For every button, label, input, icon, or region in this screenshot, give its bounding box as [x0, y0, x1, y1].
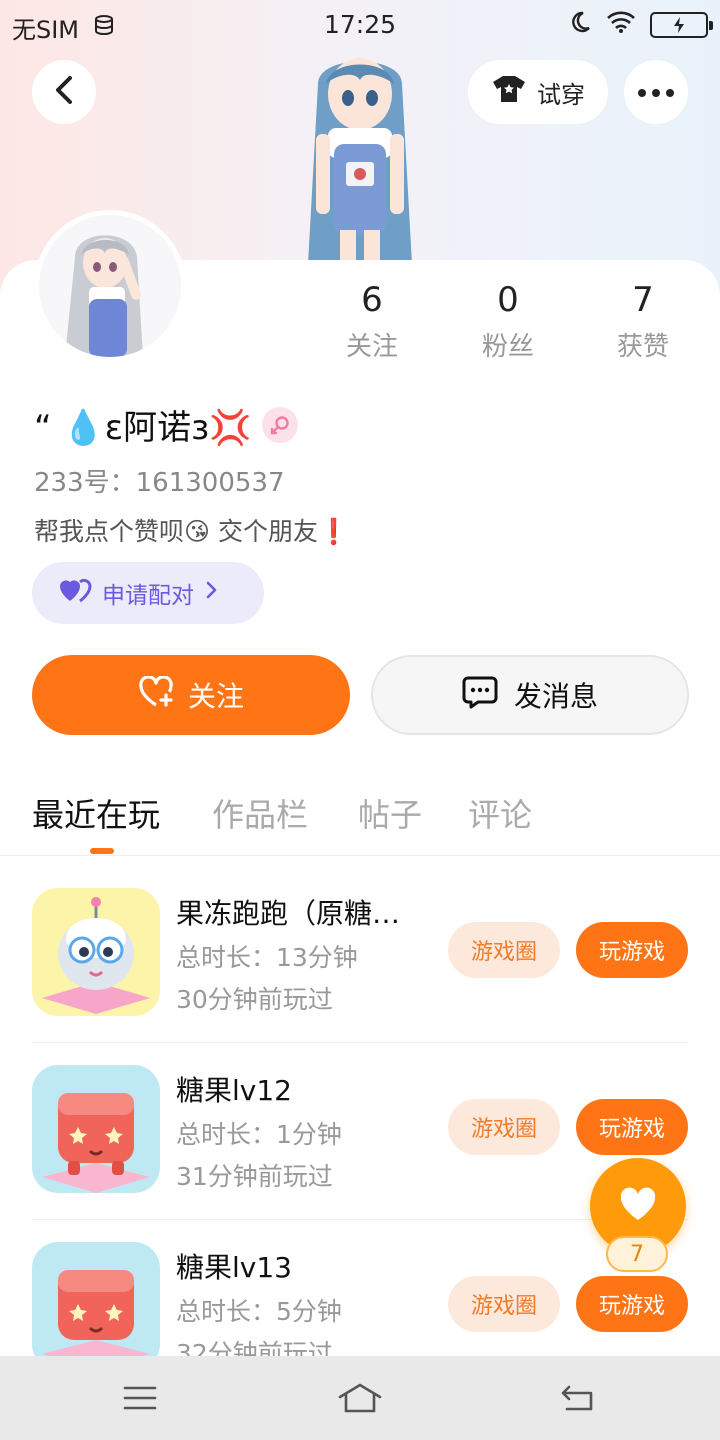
stat-following-label: 关注	[345, 332, 398, 362]
recent-games-list: 果冻跑跑（原糖… 总时长：13分钟 30分钟前玩过 游戏圈 玩游戏 糖果lv12…	[0, 866, 720, 1397]
more-dots-icon	[637, 83, 675, 102]
game-last-played: 30分钟前玩过	[176, 985, 333, 1014]
status-bar: 无SIM 17:25	[0, 0, 720, 52]
try-on-button[interactable]: 试穿	[468, 60, 608, 124]
profile-stats: 6 关注 0 粉丝 7 获赞	[0, 280, 720, 370]
game-circle-button[interactable]: 游戏圈	[448, 922, 560, 978]
follow-label: 关注	[187, 680, 244, 713]
chevron-right-icon	[204, 580, 218, 606]
apply-pair-button[interactable]: 申请配对	[32, 562, 264, 624]
heart-plus-icon	[138, 674, 174, 715]
tab-recent-play[interactable]: 最近在玩	[32, 790, 160, 836]
send-message-label: 发消息	[513, 680, 598, 713]
game-title: 糖果lv12	[176, 1074, 292, 1107]
game-circle-button[interactable]: 游戏圈	[448, 1099, 560, 1155]
double-heart-icon	[58, 577, 92, 609]
game-icon-jelly-run	[32, 888, 160, 1016]
stat-following-value: 6	[361, 280, 383, 320]
menu-icon[interactable]	[120, 1378, 160, 1418]
game-title: 糖果lv13	[176, 1251, 292, 1284]
like-count-badge: 7	[606, 1236, 668, 1272]
tab-works[interactable]: 作品栏	[212, 790, 308, 836]
moon-icon	[568, 10, 592, 40]
play-game-button[interactable]: 玩游戏	[576, 922, 688, 978]
game-last-played: 31分钟前玩过	[176, 1162, 333, 1191]
try-on-label: 试穿	[537, 80, 585, 109]
avatar-3d-figure[interactable]	[280, 44, 440, 264]
chevron-left-icon	[53, 75, 75, 109]
apply-pair-label: 申请配对	[102, 583, 194, 609]
user-id: 233号：161300537	[34, 468, 285, 498]
tshirt-icon	[491, 74, 527, 110]
stat-fans-value: 0	[497, 280, 519, 320]
play-game-button[interactable]: 玩游戏	[576, 1099, 688, 1155]
follow-button[interactable]: 关注	[32, 655, 350, 735]
play-game-button[interactable]: 玩游戏	[576, 1276, 688, 1332]
stat-fans[interactable]: 0 粉丝	[443, 280, 573, 363]
username-row: “ 💧ε阿诺з💢	[34, 400, 298, 449]
back-button[interactable]	[32, 60, 96, 124]
game-title: 果冻跑跑（原糖…	[176, 897, 401, 930]
list-item[interactable]: 果冻跑跑（原糖… 总时长：13分钟 30分钟前玩过 游戏圈 玩游戏	[32, 866, 688, 1043]
heart-icon	[618, 1186, 658, 1226]
list-item[interactable]: 糖果lv12 总时长：1分钟 31分钟前玩过 游戏圈 玩游戏	[32, 1043, 688, 1220]
wifi-icon	[606, 10, 636, 40]
stat-likes-label: 获赞	[616, 332, 669, 362]
stat-likes-value: 7	[632, 280, 654, 320]
stat-following[interactable]: 6 关注	[307, 280, 437, 363]
send-message-button[interactable]: 发消息	[371, 655, 689, 735]
game-icon-candy-lv13	[32, 1242, 160, 1370]
system-nav-bar	[0, 1356, 720, 1440]
back-icon[interactable]	[558, 1378, 598, 1418]
more-button[interactable]	[624, 60, 688, 124]
tab-posts[interactable]: 帖子	[358, 790, 422, 836]
profile-tabs: 最近在玩 作品栏 帖子 评论	[0, 780, 720, 856]
tab-comments[interactable]: 评论	[468, 790, 532, 836]
game-duration: 总时长：1分钟	[176, 1120, 342, 1149]
battery-charging-icon	[650, 12, 713, 38]
username: “ 💧ε阿诺з💢	[34, 408, 252, 448]
game-icon-candy-lv12	[32, 1065, 160, 1193]
chat-bubble-icon	[462, 675, 498, 716]
tab-active-indicator	[90, 848, 114, 854]
game-duration: 总时长：5分钟	[176, 1297, 342, 1326]
stat-likes[interactable]: 7 获赞	[578, 280, 708, 363]
home-icon[interactable]	[336, 1378, 384, 1418]
female-icon	[261, 406, 298, 443]
game-circle-button[interactable]: 游戏圈	[448, 1276, 560, 1332]
game-duration: 总时长：13分钟	[176, 943, 358, 972]
user-bio: 帮我点个赞呗😘 交个朋友❗	[34, 517, 350, 546]
stat-fans-label: 粉丝	[481, 332, 534, 362]
